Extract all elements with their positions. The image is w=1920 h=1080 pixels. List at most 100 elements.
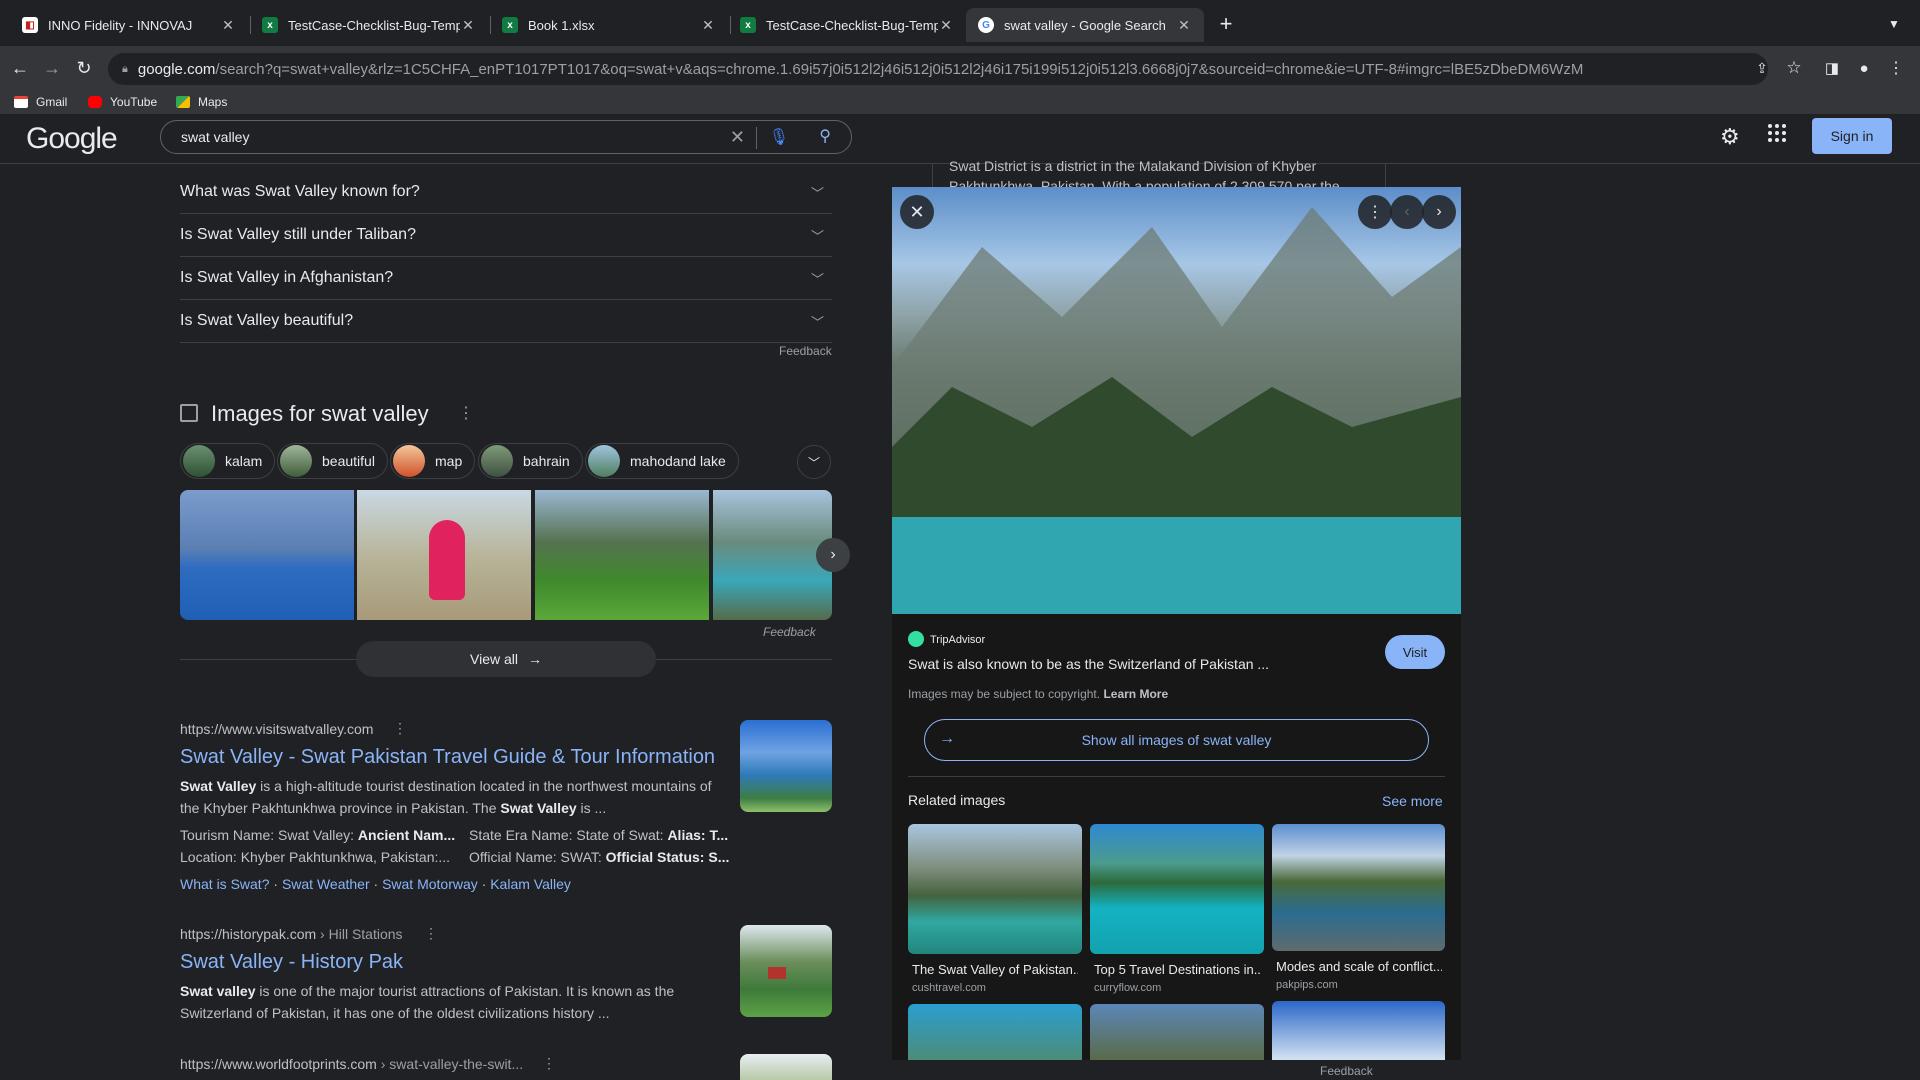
paa-question[interactable]: Is Swat Valley still under Taliban? ﹀ bbox=[180, 214, 832, 257]
related-image[interactable] bbox=[1272, 1001, 1445, 1060]
result-thumbnail[interactable] bbox=[740, 720, 832, 812]
back-icon[interactable]: ← bbox=[6, 54, 34, 82]
see-more-link[interactable]: See more bbox=[1382, 793, 1443, 809]
preview-image[interactable] bbox=[892, 187, 1461, 614]
close-tab-icon[interactable]: ✕ bbox=[460, 17, 476, 34]
result-more-icon[interactable]: ⋮ bbox=[393, 720, 407, 737]
more-options-icon[interactable]: ⋮ bbox=[458, 403, 474, 423]
result-title-link[interactable]: Swat Valley - History Pak bbox=[180, 951, 403, 974]
paa-question[interactable]: What was Swat Valley known for? ﹀ bbox=[180, 171, 832, 214]
snippet-text: is ... bbox=[576, 800, 607, 816]
google-apps-icon[interactable] bbox=[1768, 124, 1786, 142]
browser-menu-icon[interactable]: ⋮ bbox=[1882, 54, 1910, 82]
related-image-caption[interactable]: The Swat Valley of Pakistan... bbox=[912, 962, 1078, 977]
tab-testcase-2[interactable]: x TestCase-Checklist-Bug-Temp ✕ bbox=[728, 8, 966, 42]
bookmark-star-icon[interactable]: ☆ bbox=[1780, 54, 1808, 82]
sitelink[interactable]: Swat Weather bbox=[282, 876, 370, 892]
paa-question-text: Is Swat Valley in Afghanistan? bbox=[180, 269, 394, 286]
paa-question[interactable]: Is Swat Valley beautiful? ﹀ bbox=[180, 300, 832, 343]
result-snippet: Swat Valley is a high-altitude tourist d… bbox=[180, 775, 720, 819]
forward-icon[interactable]: → bbox=[38, 54, 66, 82]
panel-feedback-link[interactable]: Feedback bbox=[1320, 1064, 1373, 1078]
learn-more-link[interactable]: Learn More bbox=[1103, 687, 1168, 701]
related-image[interactable] bbox=[908, 1004, 1082, 1060]
bookmark-youtube[interactable]: YouTube bbox=[88, 95, 157, 109]
search-icon[interactable]: ⚲ bbox=[819, 126, 831, 146]
voice-search-icon[interactable]: 🎙︎ bbox=[769, 127, 789, 147]
sitelink[interactable]: Swat Motorway bbox=[382, 876, 478, 892]
new-tab-icon[interactable]: + bbox=[1212, 10, 1240, 38]
close-preview-icon[interactable]: ✕ bbox=[900, 195, 934, 229]
result-fact: Location: Khyber Pakhtunkhwa, Pakistan:.… bbox=[180, 849, 451, 865]
related-image[interactable] bbox=[1272, 824, 1445, 951]
next-image-chevron-icon[interactable]: › bbox=[1422, 195, 1456, 229]
close-tab-icon[interactable]: ✕ bbox=[1176, 17, 1192, 34]
image-source[interactable]: TripAdvisor bbox=[930, 634, 985, 646]
chip-beautiful[interactable]: beautiful bbox=[277, 443, 388, 479]
tab-inno-fidelity[interactable]: ◧ INNO Fidelity - INNOVAJ ✕ bbox=[10, 8, 248, 42]
preview-more-icon[interactable]: ⋮ bbox=[1358, 195, 1392, 229]
address-bar[interactable]: 🔒︎ google.com/search?q=swat+valley&rlz=1… bbox=[108, 53, 1768, 85]
clear-search-icon[interactable]: ✕ bbox=[730, 127, 745, 148]
related-image[interactable] bbox=[908, 824, 1082, 954]
tab-google-search[interactable]: G swat valley - Google Search ✕ bbox=[966, 8, 1204, 42]
view-all-label: View all bbox=[470, 651, 518, 667]
image-thumbnail-meadow[interactable] bbox=[535, 490, 709, 620]
side-panel-icon[interactable]: ◨ bbox=[1818, 54, 1846, 82]
image-thumbnail-person[interactable] bbox=[357, 490, 531, 620]
bookmark-maps[interactable]: Maps bbox=[176, 95, 227, 109]
chip-map[interactable]: map bbox=[390, 443, 476, 479]
view-all-images-button[interactable]: View all → bbox=[356, 641, 656, 677]
sitelink[interactable]: Kalam Valley bbox=[490, 876, 571, 892]
google-header: Google swat valley ✕ 🎙︎ ⚲ ⚙ Sign in bbox=[0, 114, 1920, 164]
address-host: google.com bbox=[137, 60, 216, 78]
profile-icon[interactable]: ● bbox=[1850, 54, 1878, 82]
related-image-caption[interactable]: Modes and scale of conflict... bbox=[1276, 959, 1442, 974]
related-image[interactable] bbox=[1090, 824, 1264, 954]
related-image-caption[interactable]: Top 5 Travel Destinations in... bbox=[1094, 962, 1260, 977]
show-all-images-button[interactable]: → Show all images of swat valley bbox=[924, 719, 1429, 761]
close-tab-icon[interactable]: ✕ bbox=[220, 17, 236, 34]
google-logo[interactable]: Google bbox=[26, 122, 118, 156]
snippet-bold: Swat Valley bbox=[500, 800, 577, 816]
lock-icon[interactable]: 🔒︎ bbox=[122, 63, 128, 76]
chip-mahodand-lake[interactable]: mahodand lake bbox=[585, 443, 739, 479]
related-image[interactable] bbox=[1090, 1004, 1264, 1060]
maps-icon bbox=[176, 96, 190, 108]
tab-search-chevron-icon[interactable]: ▼ bbox=[1880, 10, 1908, 38]
paa-feedback-link[interactable]: Feedback bbox=[779, 344, 832, 358]
visit-button[interactable]: Visit bbox=[1385, 635, 1445, 669]
sign-in-button[interactable]: Sign in bbox=[1812, 118, 1892, 154]
images-feedback-link[interactable]: Feedback bbox=[763, 625, 816, 639]
bookmark-gmail[interactable]: Gmail bbox=[14, 95, 67, 109]
result-thumbnail[interactable] bbox=[740, 1054, 832, 1080]
tab-book1[interactable]: x Book 1.xlsx ✕ bbox=[490, 8, 728, 42]
result-snippet: Swat valley is one of the major tourist … bbox=[180, 983, 675, 1021]
result-more-icon[interactable]: ⋮ bbox=[542, 1055, 556, 1072]
result-thumbnail[interactable] bbox=[740, 925, 832, 1017]
result-title-link[interactable]: Swat Valley - Swat Pakistan Travel Guide… bbox=[180, 746, 715, 769]
chip-kalam[interactable]: kalam bbox=[180, 443, 276, 479]
image-thumbnail-river[interactable] bbox=[713, 490, 832, 620]
result-url[interactable]: https://www.visitswatvalley.com bbox=[180, 721, 373, 737]
images-next-chevron-icon[interactable]: › bbox=[816, 538, 850, 572]
chip-thumbnail bbox=[588, 445, 620, 477]
reload-icon[interactable]: ↻ bbox=[70, 54, 98, 82]
image-caption[interactable]: Swat is also known to be as the Switzerl… bbox=[908, 656, 1269, 672]
chips-expand-chevron-icon[interactable]: ﹀ bbox=[797, 445, 831, 479]
image-thumbnail-lake[interactable] bbox=[180, 490, 354, 620]
result-url[interactable]: https://www.worldfootprints.com › swat-v… bbox=[180, 1056, 523, 1072]
sitelink[interactable]: What is Swat? bbox=[180, 876, 269, 892]
settings-gear-icon[interactable]: ⚙ bbox=[1720, 124, 1740, 150]
search-input[interactable]: swat valley ✕ 🎙︎ ⚲ bbox=[160, 120, 852, 154]
previous-image-chevron-icon[interactable]: ‹ bbox=[1390, 195, 1424, 229]
result-url[interactable]: https://historypak.com › Hill Stations bbox=[180, 926, 403, 942]
paa-question[interactable]: Is Swat Valley in Afghanistan? ﹀ bbox=[180, 257, 832, 300]
related-images-title: Related images bbox=[908, 792, 1006, 808]
result-more-icon[interactable]: ⋮ bbox=[424, 925, 438, 942]
share-icon[interactable]: ⇪ bbox=[1748, 54, 1776, 82]
chip-bahrain[interactable]: bahrain bbox=[478, 443, 583, 479]
close-tab-icon[interactable]: ✕ bbox=[700, 17, 716, 34]
close-tab-icon[interactable]: ✕ bbox=[938, 17, 954, 34]
tab-testcase-1[interactable]: x TestCase-Checklist-Bug-Temp ✕ bbox=[250, 8, 488, 42]
